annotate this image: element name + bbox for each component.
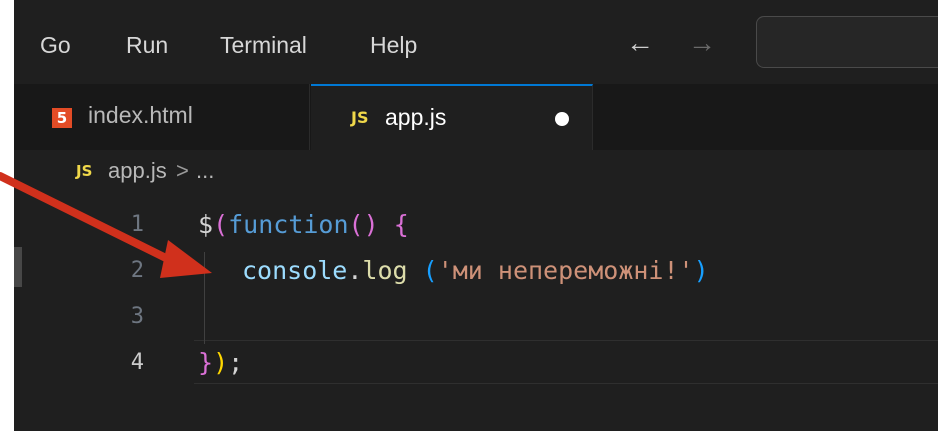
code-token: ) [693,256,709,285]
code-line: console.log ('ми непереможні!') [242,248,709,294]
html5-icon: 5 [52,108,72,128]
breadcrumb-ellipsis[interactable]: ... [196,156,214,186]
breadcrumb: JS app.js > ... [14,150,938,192]
menu-bar: Go Run Terminal Help ← → [14,0,938,84]
arrow-right-icon[interactable]: → [688,28,716,58]
code-token: ( [422,256,438,285]
code-line: $(function() { [198,202,409,248]
code-token: { [393,210,409,239]
code-token: $ [198,210,214,239]
tab-app-js[interactable]: JS app.js [311,84,593,150]
command-center-search[interactable] [756,16,938,68]
js-icon: JS [76,162,93,180]
code-token: . [347,256,363,285]
tab-label: app.js [385,104,447,130]
code-token: log [362,256,408,285]
tab-index-html[interactable]: 5 index.html [14,84,310,150]
line-number: 4 [130,350,144,375]
code-token: } [198,348,214,377]
breadcrumb-separator: > [176,158,189,183]
vscode-window: Go Run Terminal Help ← → 5 index.html JS… [14,0,938,431]
editor-tabs: 5 index.html JS app.js [14,84,938,151]
arrow-left-icon[interactable]: ← [626,28,654,58]
menu-terminal[interactable]: Terminal [220,30,307,60]
code-token: ; [228,348,244,377]
current-line-highlight [194,340,938,384]
line-number: 1 [130,212,144,237]
menu-go[interactable]: Go [40,30,71,60]
line-number: 3 [130,304,144,329]
code-line: }); [198,340,243,386]
breadcrumb-file[interactable]: app.js [108,156,167,186]
code-token: 'ми непереможні!' [437,256,694,285]
code-editor[interactable]: 1 2 3 4 $(function() { console.log ('ми … [14,192,938,431]
tab-label: index.html [88,102,193,128]
code-token: function [228,210,349,239]
menu-run[interactable]: Run [126,30,168,60]
js-icon: JS [351,108,369,127]
code-token: () [348,210,379,239]
code-token: ( [213,210,229,239]
code-token: ) [213,348,229,377]
line-number: 2 [130,258,144,283]
unsaved-dot-icon[interactable] [555,112,569,126]
code-token: console [242,256,348,285]
menu-help[interactable]: Help [370,30,417,60]
indent-guide [204,252,205,344]
